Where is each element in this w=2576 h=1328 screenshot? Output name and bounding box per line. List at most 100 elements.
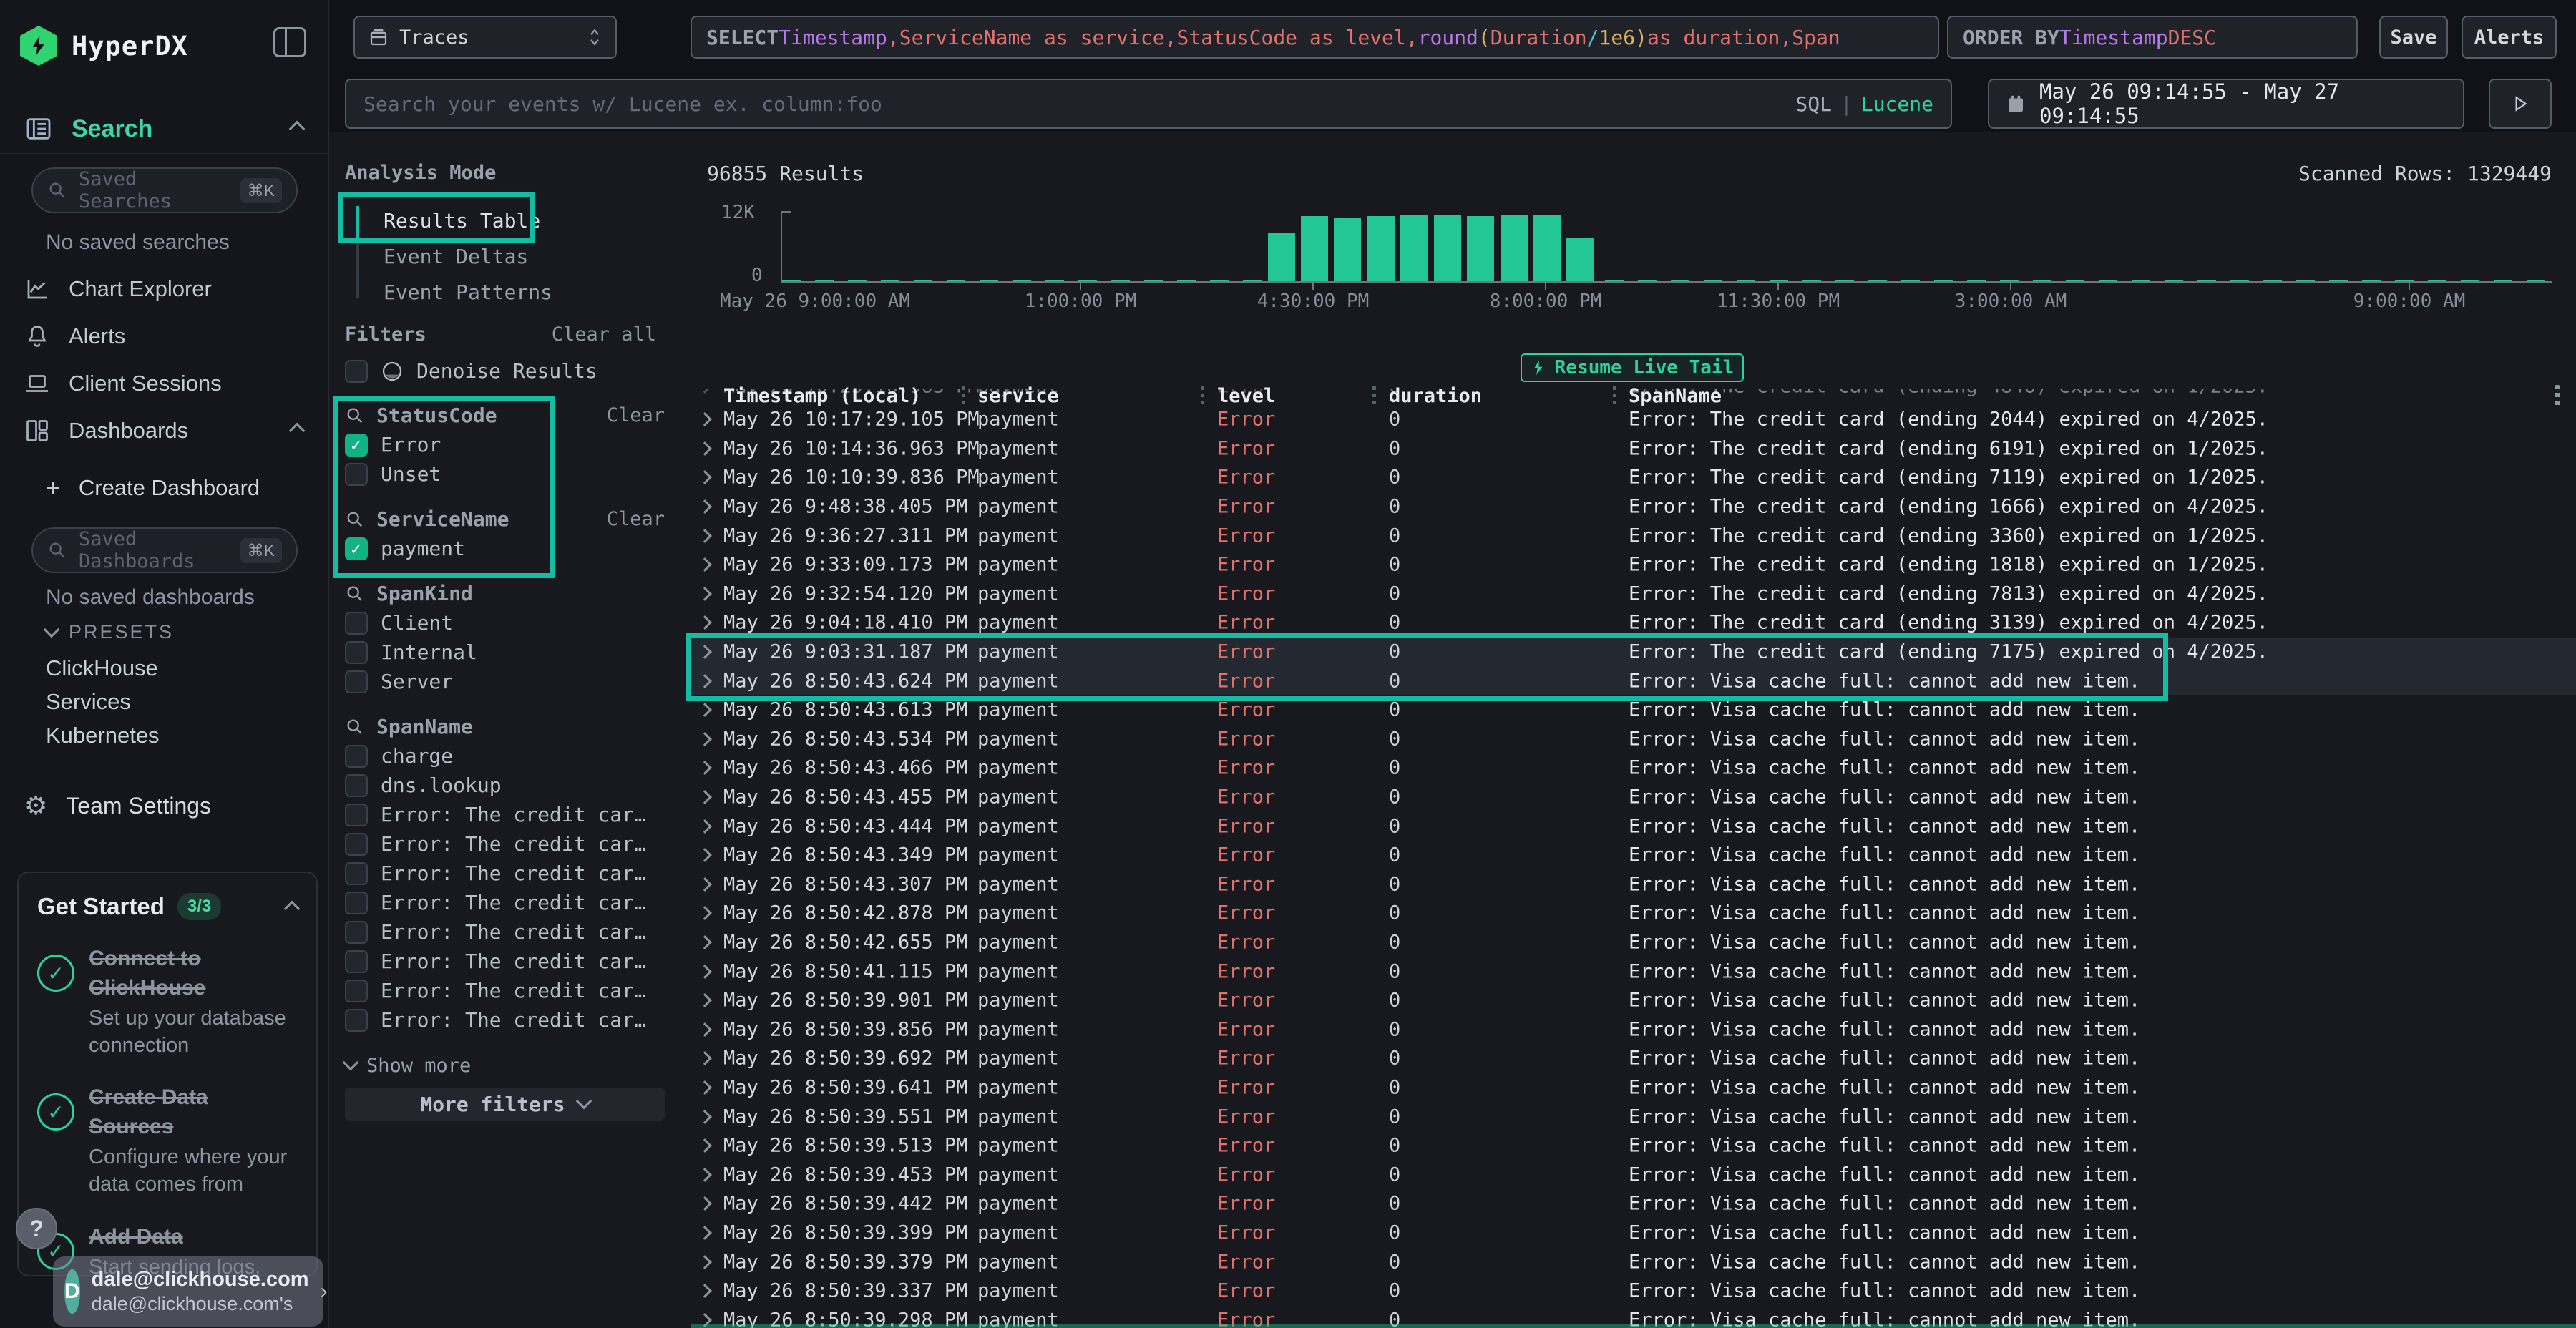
expand-row-icon[interactable] [698, 1110, 712, 1124]
expand-row-icon[interactable] [698, 616, 712, 630]
expand-row-icon[interactable] [698, 1196, 712, 1211]
facet-option[interactable]: dns.lookup [345, 771, 665, 800]
table-row[interactable]: May 26 8:50:39.856 PM payment Error 0 Er… [691, 1015, 2576, 1044]
denoise-results-toggle[interactable]: Denoise Results [345, 359, 597, 383]
column-header-level[interactable]: level [1217, 385, 1275, 407]
table-options-icon[interactable] [2555, 385, 2560, 406]
facet-option[interactable]: Error: The credit card … [345, 800, 665, 829]
denoise-checkbox[interactable] [345, 360, 368, 383]
saved-dashboards-input[interactable]: Saved Dashboards ⌘K [31, 527, 298, 573]
table-row[interactable]: May 26 9:03:31.187 PM payment Error 0 Er… [691, 638, 2576, 667]
show-more-link[interactable]: Show more [345, 1050, 665, 1080]
expand-row-icon[interactable] [698, 1051, 712, 1065]
expand-row-icon[interactable] [698, 848, 712, 862]
table-row[interactable]: May 26 8:50:42.655 PM payment Error 0 Er… [691, 928, 2576, 957]
preset-item-services[interactable]: Services [46, 689, 131, 715]
expand-row-icon[interactable] [698, 732, 712, 746]
expand-row-icon[interactable] [698, 761, 712, 776]
sidebar-item-chart-explorer[interactable]: Chart Explorer [0, 273, 328, 305]
facet-clear-link[interactable]: Clear [607, 508, 665, 530]
facet-checkbox[interactable] [345, 612, 368, 635]
histogram-bar[interactable] [1367, 216, 1395, 283]
saved-searches-input[interactable]: Saved Searches ⌘K [31, 167, 298, 213]
table-row[interactable]: May 26 9:04:18.410 PM payment Error 0 Er… [691, 608, 2576, 638]
expand-row-icon[interactable] [698, 1255, 712, 1269]
column-separator-icon[interactable] [962, 386, 965, 405]
facet-checkbox[interactable] [345, 892, 368, 914]
facet-option[interactable]: Error: The credit card … [345, 829, 665, 859]
bottom-scroll-strip[interactable] [691, 1324, 2576, 1328]
facet-option[interactable]: Error: The credit card … [345, 917, 665, 947]
chevron-up-icon[interactable] [289, 121, 306, 137]
facet-option[interactable]: Error: The credit card … [345, 1005, 665, 1035]
table-row[interactable]: May 26 8:50:39.442 PM payment Error 0 Er… [691, 1189, 2576, 1219]
presets-section[interactable]: PRESETS [46, 621, 174, 643]
facet-checkbox[interactable] [345, 862, 368, 885]
save-button[interactable]: Save [2379, 16, 2448, 59]
expand-row-icon[interactable] [698, 877, 712, 892]
facet-checkbox[interactable] [345, 833, 368, 856]
table-row[interactable]: May 26 8:50:42.878 PM payment Error 0 Er… [691, 899, 2576, 928]
histogram-bar[interactable] [1566, 238, 1594, 283]
table-row[interactable]: May 26 8:50:39.901 PM payment Error 0 Er… [691, 986, 2576, 1015]
table-row[interactable]: May 26 8:50:39.453 PM payment Error 0 Er… [691, 1160, 2576, 1189]
expand-row-icon[interactable] [698, 790, 712, 804]
facet-checkbox[interactable] [345, 950, 368, 973]
table-row[interactable]: May 26 9:48:38.405 PM payment Error 0 Er… [691, 492, 2576, 522]
sql-select-input[interactable]: SELECT Timestamp, ServiceName as service… [691, 16, 1939, 59]
results-histogram[interactable] [781, 211, 2552, 283]
table-row[interactable]: May 26 8:50:39.551 PM payment Error 0 Er… [691, 1102, 2576, 1131]
column-header-duration[interactable]: duration [1389, 385, 1482, 407]
table-row[interactable]: May 26 8:50:41.115 PM payment Error 0 Er… [691, 957, 2576, 986]
column-header-spanname[interactable]: SpanName [1629, 385, 1722, 407]
user-menu[interactable]: D dale@clickhouse.com dale@clickhouse.co… [53, 1256, 323, 1327]
expand-row-icon[interactable] [698, 906, 712, 920]
table-row[interactable]: May 26 9:36:27.311 PM payment Error 0 Er… [691, 521, 2576, 550]
alerts-button[interactable]: Alerts [2462, 16, 2557, 59]
run-search-button[interactable] [2489, 79, 2552, 129]
preset-item-clickhouse[interactable]: ClickHouse [46, 655, 158, 681]
analysis-mode-results-table[interactable]: Results Table [384, 209, 540, 233]
create-dashboard-button[interactable]: + Create Dashboard [0, 472, 328, 504]
clear-all-link[interactable]: Clear all [552, 323, 656, 346]
resume-live-tail-button[interactable]: Resume Live Tail [1521, 353, 1744, 382]
sql-orderby-input[interactable]: ORDER BY Timestamp DESC [1947, 16, 2358, 59]
sidebar-item-team-settings[interactable]: ⚙ Team Settings [0, 790, 328, 821]
analysis-mode-event-patterns[interactable]: Event Patterns [384, 280, 552, 304]
facet-option[interactable]: Unset [345, 459, 665, 489]
histogram-bar[interactable] [1434, 215, 1461, 283]
facet-option[interactable]: Client [345, 608, 665, 638]
expand-row-icon[interactable] [698, 674, 712, 688]
more-filters-button[interactable]: More filters [345, 1088, 665, 1120]
expand-row-icon[interactable] [698, 1284, 712, 1298]
language-toggle-lucene[interactable]: Lucene [1861, 92, 1933, 116]
expand-row-icon[interactable] [698, 529, 712, 543]
sidebar-item-dashboards[interactable]: Dashboards [0, 415, 328, 446]
histogram-bar[interactable] [1467, 216, 1494, 283]
chevron-up-icon[interactable] [289, 423, 306, 439]
expand-row-icon[interactable] [698, 935, 712, 949]
facet-option[interactable]: Error: The credit card … [345, 976, 665, 1005]
table-row[interactable]: May 26 8:50:43.613 PM payment Error 0 Er… [691, 695, 2576, 725]
expand-row-icon[interactable] [698, 1080, 712, 1095]
table-row[interactable]: May 26 8:50:39.399 PM payment Error 0 Er… [691, 1219, 2576, 1248]
expand-row-icon[interactable] [698, 703, 712, 717]
facet-option[interactable]: Server [345, 667, 665, 696]
facet-checkbox[interactable] [345, 463, 368, 486]
histogram-bar[interactable] [1301, 216, 1328, 283]
table-row[interactable]: May 26 8:50:43.349 PM payment Error 0 Er… [691, 841, 2576, 870]
histogram-bar[interactable] [1400, 215, 1428, 283]
facet-checkbox[interactable] [345, 980, 368, 1002]
table-row[interactable]: May 26 8:50:39.337 PM payment Error 0 Er… [691, 1276, 2576, 1306]
expand-row-icon[interactable] [698, 412, 712, 426]
facet-checkbox[interactable] [345, 921, 368, 944]
facet-checkbox[interactable] [345, 537, 368, 560]
table-row[interactable]: May 26 8:50:39.513 PM payment Error 0 Er… [691, 1131, 2576, 1161]
column-separator-icon[interactable] [1372, 386, 1376, 405]
column-header-timestamp-local-[interactable]: Timestamp (Local) [723, 385, 921, 407]
sidebar-item-alerts[interactable]: Alerts [0, 321, 328, 352]
facet-checkbox[interactable] [345, 670, 368, 693]
table-row[interactable]: May 26 8:50:43.455 PM payment Error 0 Er… [691, 783, 2576, 812]
column-separator-icon[interactable] [1201, 386, 1204, 405]
expand-row-icon[interactable] [698, 499, 712, 514]
